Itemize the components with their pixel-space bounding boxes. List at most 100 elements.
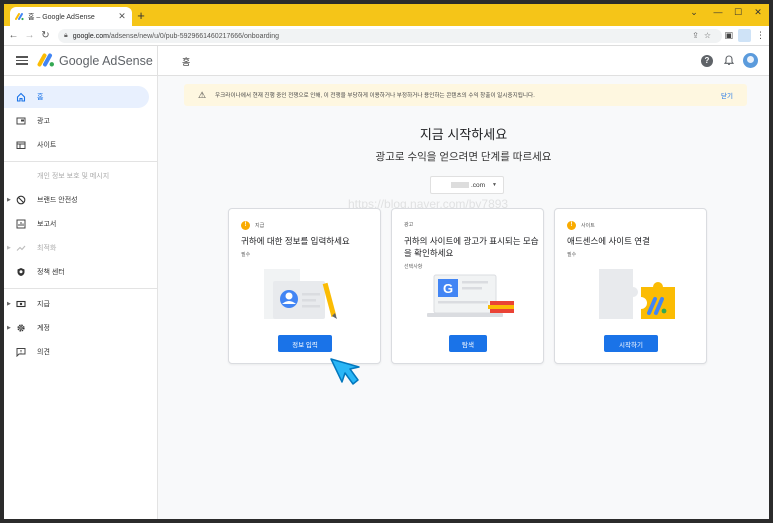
get-started-button[interactable]: 시작하기	[604, 335, 658, 352]
bell-icon[interactable]	[723, 55, 735, 67]
card-subtitle: 필수	[241, 252, 251, 258]
sidebar-item-privacy[interactable]: 개인 정보 보호 및 메시지	[4, 165, 149, 187]
url-path: /adsense/new/u/0/pub-5929661460217666/on…	[108, 32, 280, 40]
site-name-redacted	[451, 182, 469, 188]
sidebar-item-label: 의견	[37, 349, 50, 356]
warning-icon: ⚠	[197, 89, 207, 100]
adsense-favicon-icon	[15, 12, 24, 21]
sidebar-panel-icon[interactable]: ▣	[724, 30, 733, 41]
header-divider	[157, 46, 158, 76]
card-step-label: 사이트	[581, 223, 595, 229]
profile-form-illustration	[259, 267, 354, 327]
warning-badge-icon: !	[567, 221, 576, 230]
url-host: google.com	[72, 32, 109, 40]
brand-name: Google AdSense	[59, 54, 153, 68]
site-select[interactable]: .com ▼	[430, 176, 504, 194]
sidebar-item-account[interactable]: ▶ 계정	[4, 317, 149, 339]
sidebar-item-ads[interactable]: 광고	[4, 110, 149, 132]
reload-icon[interactable]: ↻	[39, 30, 52, 41]
address-bar[interactable]: 🔒︎ google.com /adsense/new/u/0/pub-59296…	[58, 29, 722, 43]
card-title: 애드센스에 사이트 연결	[567, 236, 650, 246]
sidebar-item-optimization[interactable]: ▶ 최적화	[4, 237, 149, 259]
card-step: ! 사이트	[567, 221, 595, 230]
help-icon[interactable]: ?	[701, 55, 713, 67]
site-suffix: .com	[471, 181, 486, 189]
card-ads-preview: 광고 귀하의 사이트에 광고가 표시되는 모습을 확인하세요 선택사항 G 탐색	[391, 208, 544, 364]
sidebar-item-label: 계정	[37, 325, 50, 332]
sidebar-item-home[interactable]: 홈	[4, 86, 149, 108]
new-tab-button[interactable]: +	[134, 9, 148, 23]
tab-strip: 홈 – Google AdSense ✕ + ⌄ — ☐ ✕	[4, 4, 769, 26]
card-connect-site: ! 사이트 애드센스에 사이트 연결 필수 시작하기	[554, 208, 707, 364]
sidebar-item-payments[interactable]: ▶ 지급	[4, 293, 149, 315]
feedback-icon	[15, 346, 27, 358]
sidebar-item-brand-safety[interactable]: ▶ 브랜드 안전성	[4, 189, 149, 211]
tab-search-icon[interactable]: ⌄	[687, 7, 701, 18]
caret-right-icon: ▶	[7, 325, 11, 331]
laptop-ads-illustration: G	[422, 271, 517, 331]
main-content: ⚠ 우크라이나에서 현재 진행 중인 전쟁으로 인해, 이 전쟁을 부당하게 이…	[158, 76, 769, 519]
sidebar-item-feedback[interactable]: 의견	[4, 341, 149, 363]
sidebar-item-reports[interactable]: 보고서	[4, 213, 149, 235]
tab-title: 홈 – Google AdSense	[28, 13, 95, 21]
browser-tab[interactable]: 홈 – Google AdSense ✕	[10, 7, 132, 26]
trending-icon	[15, 242, 27, 254]
tab-close-icon[interactable]: ✕	[117, 11, 127, 22]
lock-icon: 🔒︎	[64, 32, 68, 39]
page-heading: 지금 시작하세요	[419, 127, 508, 142]
caret-right-icon: ▶	[7, 245, 11, 251]
profile-icon[interactable]	[738, 29, 751, 42]
minimize-button[interactable]: —	[711, 7, 725, 17]
payments-icon	[15, 298, 27, 310]
puzzle-illustration	[585, 267, 680, 327]
sidebar-item-label: 광고	[37, 118, 50, 125]
browser-window: 홈 – Google AdSense ✕ + ⌄ — ☐ ✕ ← → ↻ 🔒︎ …	[4, 4, 769, 519]
explore-button[interactable]: 탐색	[449, 335, 487, 352]
caret-right-icon: ▶	[7, 197, 11, 203]
card-payment-info: ! 지급 귀하에 대한 정보를 입력하세요 필수 정보 입력	[228, 208, 381, 364]
sidebar-item-label: 지급	[37, 301, 50, 308]
sidebar-item-label: 보고서	[37, 221, 57, 228]
card-subtitle: 선택사항	[404, 264, 423, 270]
page-title: 홈	[182, 57, 191, 67]
card-title: 귀하의 사이트에 광고가 표시되는 모습을 확인하세요	[404, 236, 539, 258]
sidebar-item-label: 개인 정보 보호 및 메시지	[37, 173, 110, 180]
forward-icon[interactable]: →	[23, 30, 36, 41]
caret-right-icon: ▶	[7, 301, 11, 307]
privacy-icon	[15, 170, 27, 182]
sidebar-item-label: 정책 센터	[37, 269, 65, 276]
gear-icon	[15, 322, 27, 334]
card-subtitle: 필수	[567, 252, 577, 258]
notice-banner: ⚠ 우크라이나에서 현재 진행 중인 전쟁으로 인해, 이 전쟁을 부당하게 이…	[184, 84, 747, 106]
banner-close-button[interactable]: 닫기	[707, 90, 747, 100]
svg-text:G: G	[443, 281, 453, 296]
back-icon[interactable]: ←	[7, 30, 20, 41]
block-icon	[15, 194, 27, 206]
sidebar-item-label: 사이트	[37, 142, 57, 149]
bookmark-star-icon[interactable]: ⇪☆	[692, 31, 716, 40]
browser-toolbar: ← → ↻ 🔒︎ google.com /adsense/new/u/0/pub…	[4, 26, 769, 46]
adsense-logo-icon	[37, 53, 55, 67]
home-icon	[15, 91, 27, 103]
menu-kebab-icon[interactable]: ⋮	[756, 30, 765, 41]
banner-text: 우크라이나에서 현재 진행 중인 전쟁으로 인해, 이 전쟁을 부당하게 이용하…	[215, 93, 535, 99]
card-step: ! 지급	[241, 221, 264, 230]
sidebar-item-policy-center[interactable]: 정책 센터	[4, 261, 149, 283]
arrow-pointer-icon	[328, 356, 364, 390]
sidebar: 홈 광고 사이트 개인 정보 보호 및 메시지 ▶ 브랜드 안전성 보고서 ▶ …	[4, 76, 158, 519]
sidebar-item-label: 홈	[37, 94, 44, 101]
reports-icon	[15, 218, 27, 230]
card-title: 귀하에 대한 정보를 입력하세요	[241, 236, 350, 246]
sidebar-item-label: 브랜드 안전성	[37, 197, 78, 204]
sidebar-item-sites[interactable]: 사이트	[4, 134, 149, 156]
close-window-button[interactable]: ✕	[751, 7, 765, 18]
policy-icon	[15, 266, 27, 278]
hamburger-menu-icon[interactable]	[16, 54, 28, 66]
chevron-down-icon: ▼	[492, 182, 497, 188]
sidebar-divider	[4, 288, 158, 289]
avatar[interactable]	[743, 53, 758, 68]
ads-icon	[15, 115, 27, 127]
maximize-button[interactable]: ☐	[731, 7, 745, 18]
page-subheading: 광고로 수익을 얻으려면 단계를 따르세요	[375, 151, 552, 163]
enter-info-button[interactable]: 정보 입력	[278, 335, 332, 352]
